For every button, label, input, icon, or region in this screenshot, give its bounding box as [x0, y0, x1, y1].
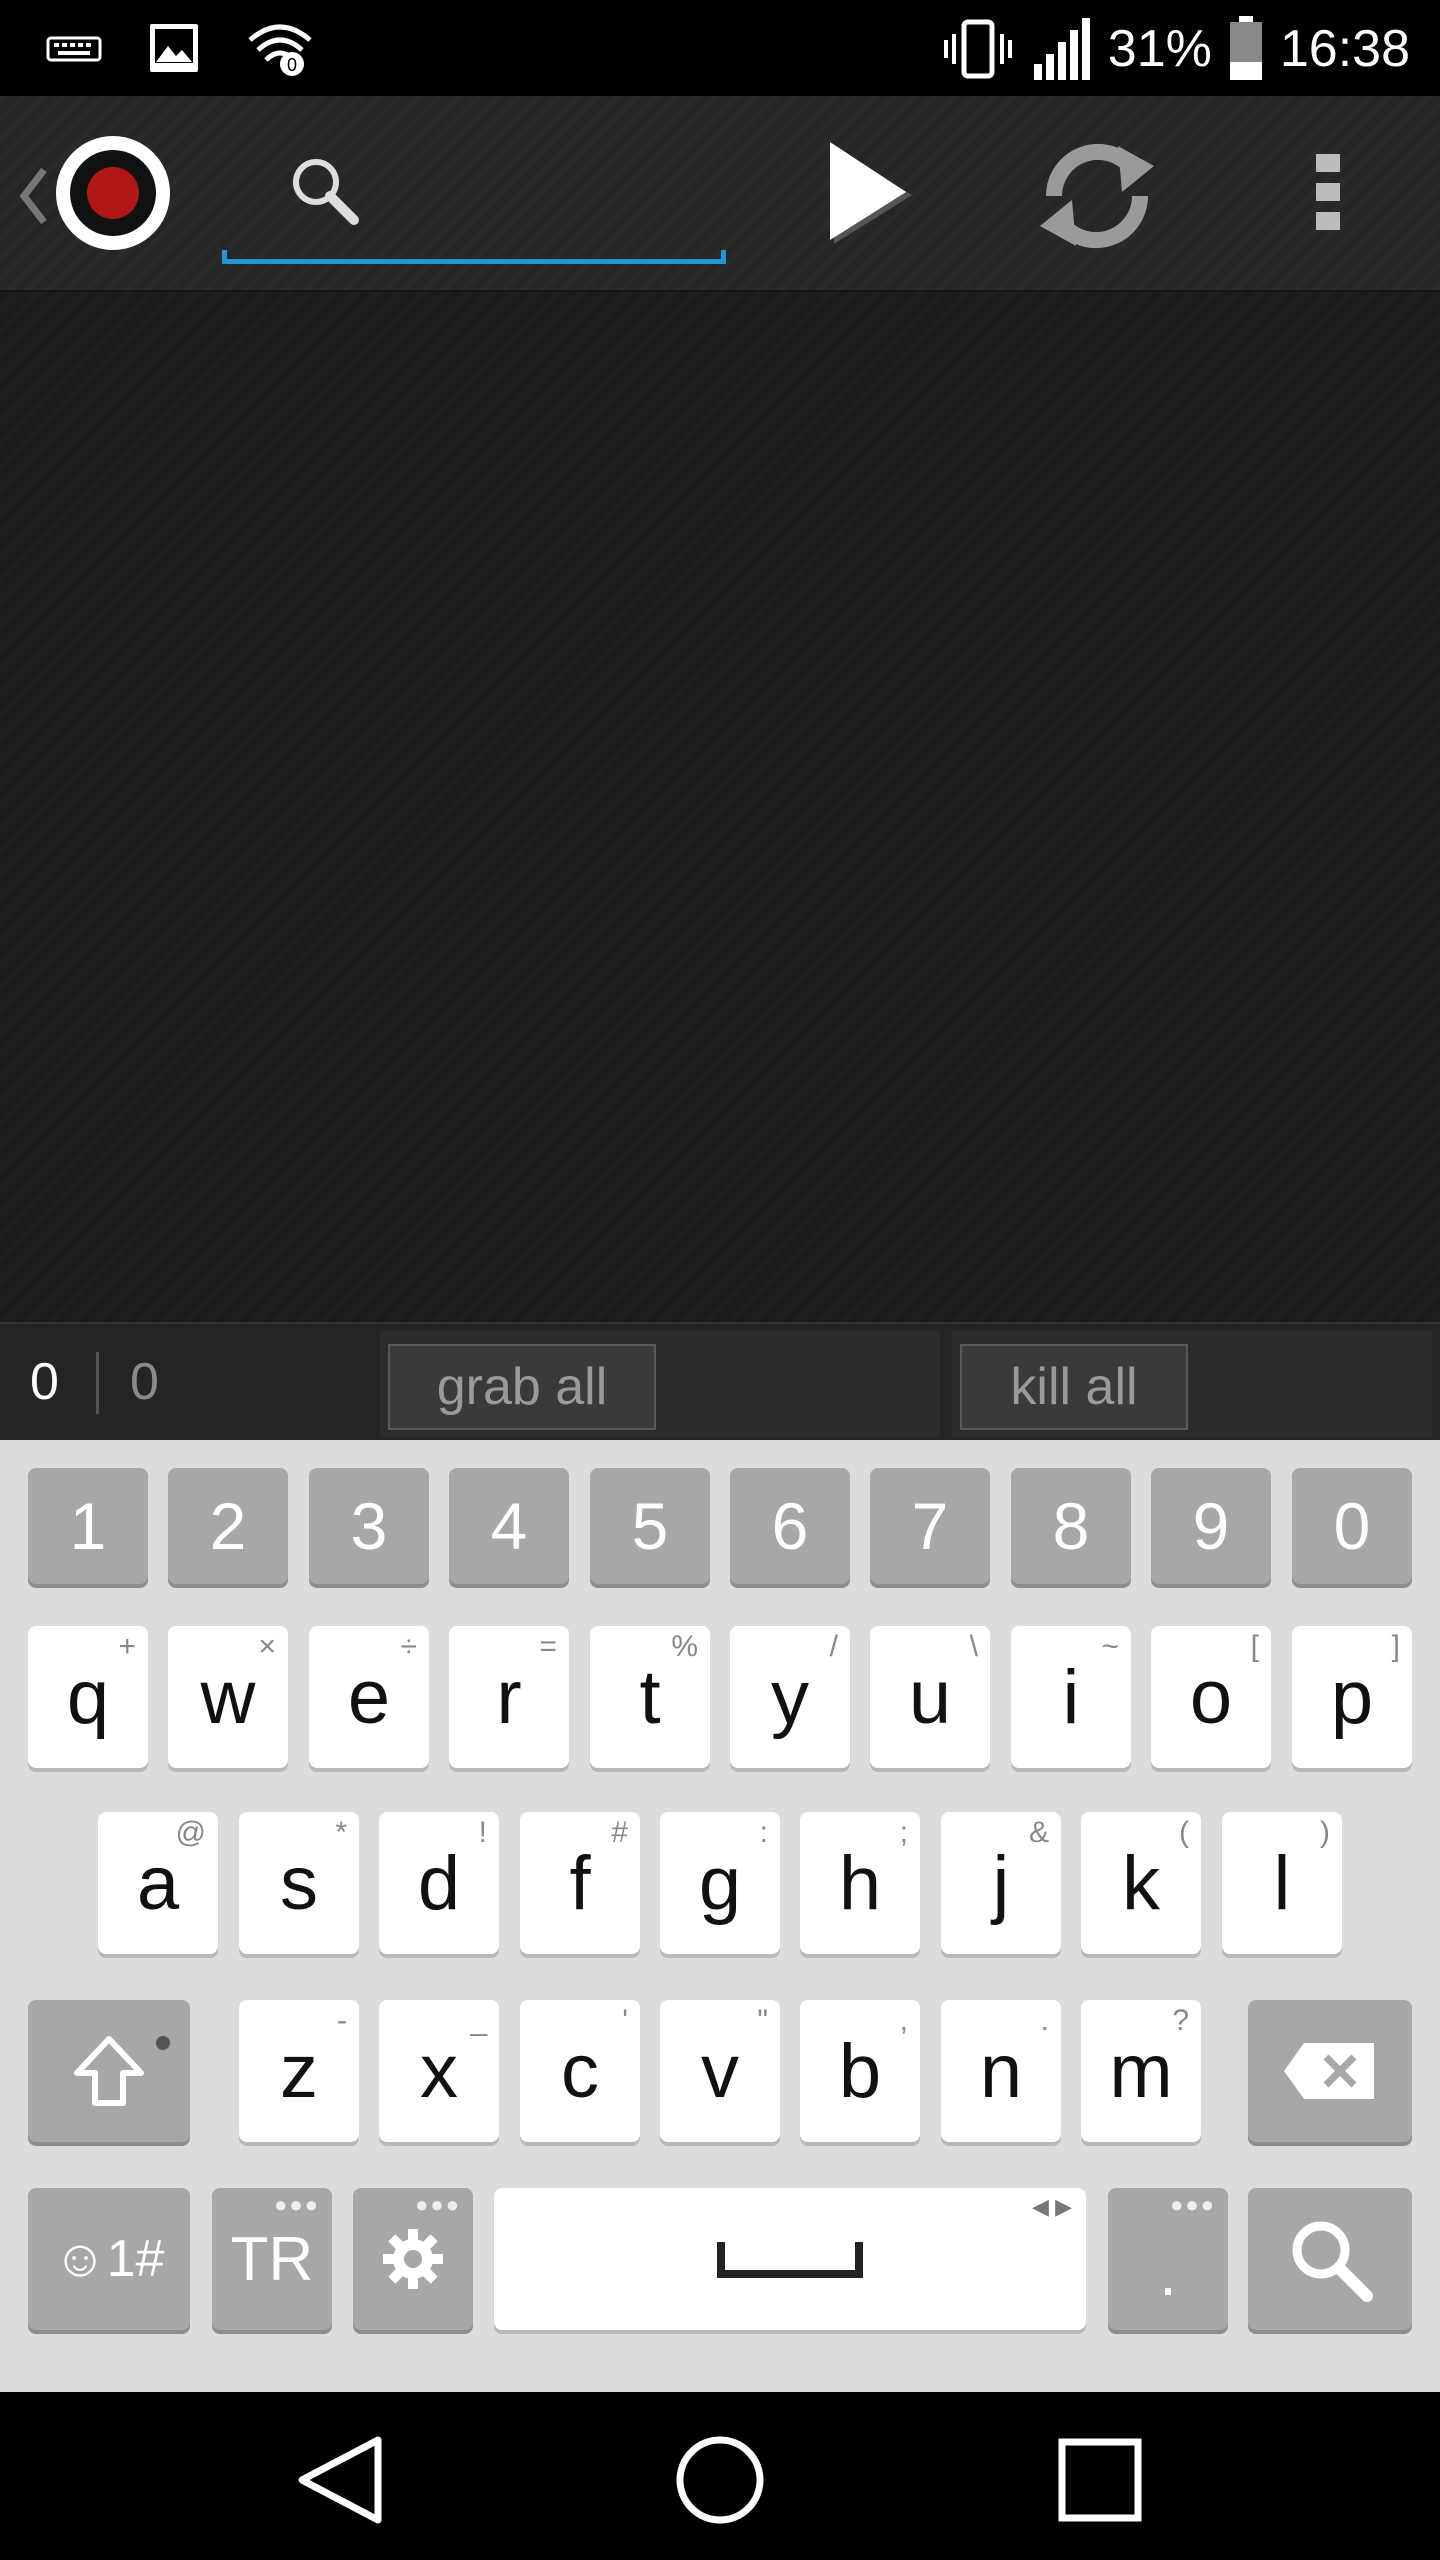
shift-indicator: [156, 2036, 170, 2050]
key-n[interactable]: n.: [941, 2000, 1061, 2142]
key-0[interactable]: 0: [1292, 1468, 1412, 1584]
count-selected: 0: [30, 1353, 59, 1411]
divider: [96, 1352, 99, 1414]
chevron-left-icon[interactable]: [14, 156, 54, 236]
key-4[interactable]: 4: [449, 1468, 569, 1584]
key-f[interactable]: f #: [520, 1812, 640, 1954]
backspace-icon: [1284, 2043, 1374, 2099]
overflow-menu-icon[interactable]: [1310, 150, 1346, 234]
navigation-bar: [0, 2392, 1440, 2560]
key-3[interactable]: 3: [309, 1468, 429, 1584]
language-key[interactable]: TR ●●●: [212, 2188, 332, 2330]
key-5[interactable]: 5: [590, 1468, 710, 1584]
status-bar: 0 31% 16:38: [0, 0, 1440, 96]
svg-text:0: 0: [287, 55, 297, 75]
battery-percent: 31%: [1107, 20, 1212, 78]
cursor-arrows-icon: ◀ ▶: [1032, 2194, 1072, 2219]
key-w[interactable]: w ×: [168, 1626, 288, 1768]
refresh-button[interactable]: [1032, 126, 1162, 266]
key-v[interactable]: v ": [660, 2000, 780, 2142]
status-notification-icons: 0: [44, 18, 316, 78]
clock: 16:38: [1279, 20, 1410, 78]
bottom-action-bar: 0 0 grab all kill all: [0, 1322, 1440, 1440]
key-y[interactable]: y /: [730, 1626, 850, 1768]
key-8[interactable]: 8: [1011, 1468, 1131, 1584]
key-b[interactable]: b,: [800, 2000, 920, 2142]
keyboard-icon: [46, 36, 102, 62]
key-d[interactable]: d!: [379, 1812, 499, 1954]
play-button[interactable]: [820, 140, 920, 250]
key-e[interactable]: e ÷: [309, 1626, 429, 1768]
key-i[interactable]: i ~: [1011, 1626, 1131, 1768]
key-s[interactable]: s *: [239, 1812, 359, 1954]
symbols-key[interactable]: ☺1#: [28, 2188, 190, 2330]
key-g[interactable]: g:: [660, 1812, 780, 1954]
battery-icon: [1229, 16, 1262, 80]
count-total: 0: [130, 1353, 159, 1411]
vibrate-icon: [943, 19, 1012, 79]
key-2[interactable]: 2: [168, 1468, 288, 1584]
wifi-icon: 0: [248, 24, 312, 76]
app-toolbar: [0, 96, 1440, 292]
back-icon[interactable]: [290, 2430, 390, 2530]
key-p[interactable]: p]: [1292, 1626, 1412, 1768]
shift-key[interactable]: [28, 2000, 190, 2142]
backspace-key[interactable]: [1248, 2000, 1412, 2142]
record-dot-icon: [87, 167, 139, 219]
key-9[interactable]: 9: [1151, 1468, 1271, 1584]
key-a[interactable]: a @: [98, 1812, 218, 1954]
soft-keyboard: 1 2 3 4 5 6 7 8 9 0 q + w × e ÷ r = t% y / u \…: [0, 1440, 1440, 2392]
key-q[interactable]: q +: [28, 1626, 148, 1768]
key-r[interactable]: r =: [449, 1626, 569, 1768]
shift-icon: [74, 2036, 144, 2106]
key-7[interactable]: 7: [870, 1468, 990, 1584]
grab-all-button[interactable]: grab all: [388, 1344, 656, 1430]
signal-icon: [1033, 18, 1090, 80]
key-x[interactable]: x _: [379, 2000, 499, 2142]
key-m[interactable]: m?: [1081, 2000, 1201, 2142]
key-t[interactable]: t%: [590, 1626, 710, 1768]
key-l[interactable]: l): [1222, 1812, 1342, 1954]
key-c[interactable]: c ': [520, 2000, 640, 2142]
key-1[interactable]: 1: [28, 1468, 148, 1584]
period-key[interactable]: . ●●●: [1108, 2188, 1228, 2330]
search-icon: [293, 159, 359, 225]
key-o[interactable]: o[: [1151, 1626, 1271, 1768]
status-system-icons: 31% 16:38: [940, 14, 1410, 84]
search-input[interactable]: [150, 206, 710, 266]
key-6[interactable]: 6: [730, 1468, 850, 1584]
kill-all-button[interactable]: kill all: [960, 1344, 1188, 1430]
key-j[interactable]: j &: [941, 1812, 1061, 1954]
key-u[interactable]: u \: [870, 1626, 990, 1768]
process-list-area: [0, 292, 1440, 1322]
home-icon[interactable]: [670, 2430, 770, 2530]
recents-icon[interactable]: [1050, 2430, 1150, 2530]
key-h[interactable]: h;: [800, 1812, 920, 1954]
key-z[interactable]: z-: [239, 2000, 359, 2142]
search-icon: [1292, 2221, 1373, 2302]
image-icon: [150, 24, 198, 72]
gear-icon: [383, 2229, 443, 2289]
space-key[interactable]: ◀ ▶: [494, 2188, 1086, 2330]
key-k[interactable]: k(: [1081, 1812, 1201, 1954]
search-key[interactable]: [1248, 2188, 1412, 2330]
space-icon: [717, 2242, 863, 2278]
settings-key[interactable]: ●●●: [353, 2188, 473, 2330]
